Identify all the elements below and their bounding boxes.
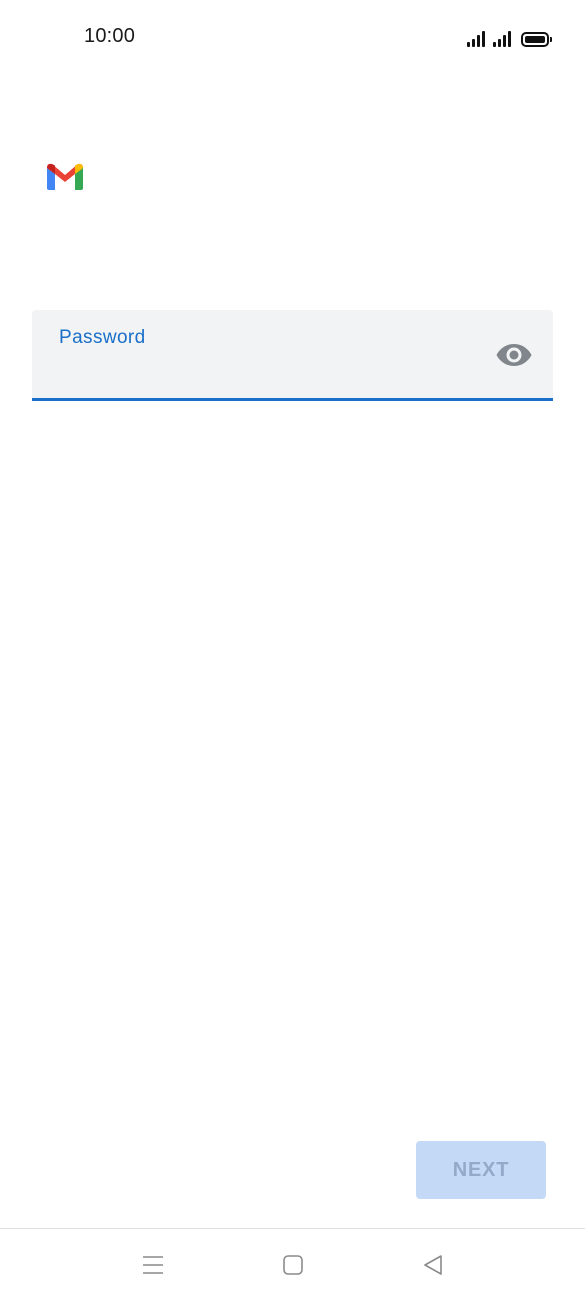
- next-button[interactable]: NEXT: [416, 1141, 546, 1199]
- password-label: Password: [59, 327, 146, 348]
- nav-menu-button[interactable]: [139, 1251, 167, 1279]
- status-time: 10:00: [84, 25, 136, 47]
- home-icon: [283, 1255, 303, 1275]
- nav-back-button[interactable]: [419, 1251, 447, 1279]
- screen: 10:00 Password NEXT: [0, 0, 585, 1300]
- signal-icon: [493, 30, 511, 47]
- status-bar: 10:00: [0, 0, 585, 74]
- show-password-toggle[interactable]: [495, 341, 533, 369]
- signal-icon: [467, 30, 485, 47]
- status-icons: [467, 27, 552, 47]
- gmail-logo-icon: [47, 163, 83, 190]
- back-icon: [424, 1255, 442, 1275]
- nav-home-button[interactable]: [279, 1251, 307, 1279]
- password-input[interactable]: [59, 356, 499, 390]
- eye-icon: [496, 344, 532, 366]
- battery-icon: [521, 32, 552, 47]
- navigation-bar: [0, 1228, 585, 1300]
- password-field[interactable]: Password: [32, 310, 553, 401]
- menu-icon: [143, 1256, 163, 1274]
